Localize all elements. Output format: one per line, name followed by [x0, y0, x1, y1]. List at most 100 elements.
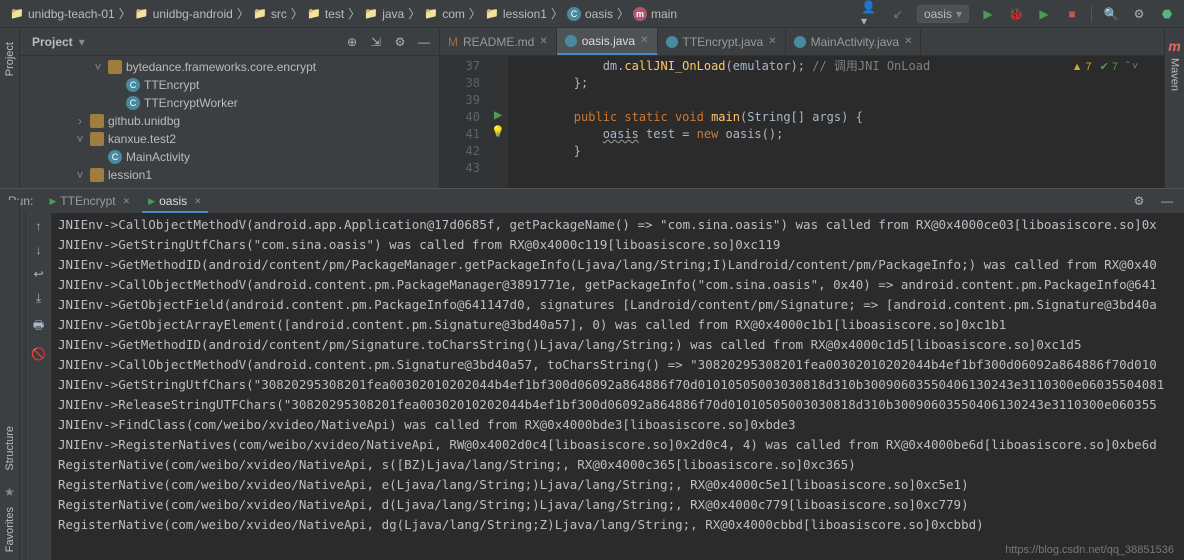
- code-line[interactable]: dm.callJNI_OnLoad(emulator); // 调用JNI On…: [516, 58, 1164, 75]
- run-panel-settings-icon[interactable]: ⚙: [1130, 192, 1148, 210]
- tree-item-label: github.unidbg: [108, 114, 180, 128]
- warning-badge[interactable]: ▲ 7: [1072, 61, 1092, 73]
- breadcrumb-separator: 〉: [617, 5, 629, 22]
- breadcrumb-label: test: [325, 7, 344, 21]
- code-line[interactable]: [516, 92, 1164, 109]
- close-icon[interactable]: ✕: [768, 36, 776, 47]
- tree-item[interactable]: CTTEncryptWorker: [20, 94, 439, 112]
- breadcrumb-item[interactable]: src: [251, 7, 289, 21]
- close-icon[interactable]: ✕: [904, 36, 912, 47]
- structure-tool-tab[interactable]: Structure: [2, 418, 18, 479]
- package-icon: [90, 114, 104, 128]
- breadcrumb-item[interactable]: Coasis: [565, 7, 615, 21]
- close-icon[interactable]: ✕: [123, 196, 131, 207]
- gutter-blank: [488, 56, 508, 73]
- clear-icon[interactable]: 🚫: [31, 347, 46, 361]
- project-panel-header: Project ▾ ⊕ ⇲ ⚙ —: [20, 28, 439, 56]
- editor-tab-label: TTEncrypt.java: [683, 35, 764, 49]
- update-project-icon[interactable]: ↙: [889, 5, 907, 23]
- breadcrumb-separator: 〉: [291, 5, 303, 22]
- code-line[interactable]: }: [516, 143, 1164, 160]
- right-tool-rail: m Maven: [1164, 28, 1184, 188]
- tree-item[interactable]: ›github.unidbg: [20, 112, 439, 130]
- line-number: 43: [440, 160, 480, 177]
- code-area[interactable]: dm.callJNI_OnLoad(emulator); // 调用JNI On…: [508, 56, 1164, 188]
- search-icon[interactable]: 🔍: [1102, 5, 1120, 23]
- breadcrumb-label: oasis: [585, 7, 613, 21]
- run-icon[interactable]: ▶: [979, 5, 997, 23]
- breadcrumb-separator: 〉: [551, 5, 563, 22]
- breadcrumb-item[interactable]: mmain: [631, 7, 679, 21]
- oasis-config-label: oasis: [924, 7, 952, 21]
- breadcrumb-separator: 〉: [469, 5, 481, 22]
- editor-tab-label: README.md: [463, 35, 534, 49]
- soft-wrap-icon[interactable]: ↩: [33, 267, 43, 281]
- left-tool-rail: Project: [0, 28, 20, 188]
- inspection-nav[interactable]: ˆ ˅: [1126, 61, 1138, 72]
- typo-badge[interactable]: ✔ 7: [1100, 60, 1118, 73]
- code-line[interactable]: oasis test = new oasis();: [516, 126, 1164, 143]
- favorites-tool-tab[interactable]: Favorites: [2, 499, 18, 560]
- collapse-all-icon[interactable]: ⇲: [367, 33, 385, 51]
- coverage-icon[interactable]: ▶: [1035, 5, 1053, 23]
- breadcrumb-item[interactable]: com: [422, 7, 467, 21]
- tree-item[interactable]: ˅lession1: [20, 166, 439, 184]
- stop-icon[interactable]: ■: [1063, 5, 1081, 23]
- tree-item[interactable]: ˅kanxue.test2: [20, 130, 439, 148]
- tree-item[interactable]: ˅bytedance.frameworks.core.encrypt: [20, 58, 439, 76]
- project-panel-title[interactable]: Project: [32, 35, 73, 49]
- down-icon[interactable]: ↓: [36, 243, 42, 257]
- print-icon[interactable]: 🖶: [33, 316, 44, 337]
- code-line[interactable]: public static void main(String[] args) {: [516, 109, 1164, 126]
- locate-icon[interactable]: ⊕: [343, 33, 361, 51]
- line-number: 38: [440, 75, 480, 92]
- run-tab[interactable]: ▶oasis✕: [142, 189, 207, 213]
- run-config-selector[interactable]: oasis ▾: [917, 5, 969, 23]
- code-line[interactable]: };: [516, 75, 1164, 92]
- inspection-badges: ▲ 7 ✔ 7 ˆ ˅: [1072, 60, 1138, 73]
- chevron-down-icon[interactable]: ▾: [79, 35, 85, 49]
- package-icon: [108, 60, 122, 74]
- settings-icon[interactable]: ⚙: [1130, 5, 1148, 23]
- up-icon[interactable]: ↑: [36, 219, 42, 233]
- run-gutter-icon[interactable]: ▶: [488, 107, 508, 124]
- scroll-to-end-icon[interactable]: ⤓: [36, 291, 41, 306]
- breadcrumb-label: main: [651, 7, 677, 21]
- watermark: https://blog.csdn.net/qq_38851536: [1005, 544, 1174, 556]
- user-icon[interactable]: 👤▾: [861, 5, 879, 23]
- method-icon: m: [633, 7, 647, 21]
- close-icon[interactable]: ✕: [640, 35, 648, 46]
- breadcrumb-label: com: [442, 7, 465, 21]
- console-output[interactable]: JNIEnv->CallObjectMethodV(android.app.Ap…: [52, 213, 1184, 560]
- ide-icon[interactable]: ⬣: [1158, 5, 1176, 23]
- run-tab[interactable]: ▶TTEncrypt✕: [43, 189, 136, 213]
- line-number: 37: [440, 58, 480, 75]
- maven-tool-tab[interactable]: Maven: [1167, 54, 1183, 95]
- breadcrumb-item[interactable]: test: [305, 7, 346, 21]
- folder-icon: [10, 7, 24, 21]
- editor-tab[interactable]: oasis.java✕: [557, 28, 658, 55]
- code-line[interactable]: [516, 160, 1164, 177]
- tree-item[interactable]: CMainActivity: [20, 148, 439, 166]
- folder-icon: [424, 7, 438, 21]
- breadcrumb-item[interactable]: lession1: [483, 7, 549, 21]
- close-icon[interactable]: ✕: [194, 196, 202, 207]
- breadcrumb-item[interactable]: unidbg-teach-01: [8, 7, 117, 21]
- hide-panel-icon[interactable]: —: [415, 33, 433, 51]
- editor-tabs: MREADME.md✕oasis.java✕TTEncrypt.java✕Mai…: [440, 28, 1164, 56]
- close-icon[interactable]: ✕: [539, 36, 547, 47]
- editor-tab[interactable]: TTEncrypt.java ✕: [658, 28, 786, 55]
- editor-tab[interactable]: MainActivity.java✕: [786, 28, 922, 55]
- breadcrumb-item[interactable]: unidbg-android: [133, 7, 235, 21]
- intention-bulb-icon[interactable]: 💡: [488, 124, 508, 141]
- project-tool-tab[interactable]: Project: [2, 36, 18, 82]
- tree-item[interactable]: CTTEncrypt: [20, 76, 439, 94]
- project-tree[interactable]: ˅bytedance.frameworks.core.encryptCTTEnc…: [20, 56, 439, 186]
- breadcrumb-item[interactable]: java: [362, 7, 406, 21]
- debug-icon[interactable]: 🐞: [1007, 5, 1025, 23]
- panel-settings-icon[interactable]: ⚙: [391, 33, 409, 51]
- folder-icon: [364, 7, 378, 21]
- hide-run-panel-icon[interactable]: —: [1158, 192, 1176, 210]
- toolbar-right: 👤▾ ↙ oasis ▾ ▶ 🐞 ▶ ■ 🔍 ⚙ ⬣: [861, 5, 1176, 23]
- editor-tab[interactable]: MREADME.md✕: [440, 28, 557, 55]
